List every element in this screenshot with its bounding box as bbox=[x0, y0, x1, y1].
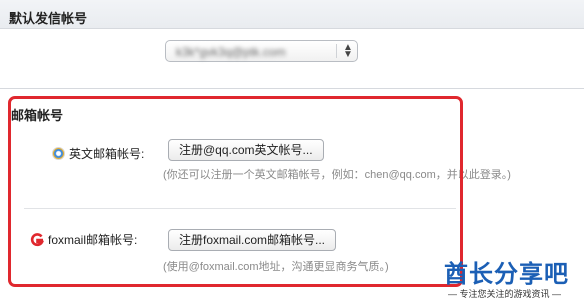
chevron-up-down-icon: ▲ ▼ bbox=[343, 42, 353, 60]
highlight-box bbox=[8, 96, 463, 287]
select-separator bbox=[336, 44, 337, 58]
watermark-subtitle: — 专注您关注的游戏资讯 — bbox=[448, 289, 562, 299]
watermark-title: 酋长分享吧 bbox=[444, 260, 569, 288]
default-sender-header bbox=[0, 0, 584, 28]
default-sender-title: 默认发信帐号 bbox=[9, 11, 88, 26]
section-divider bbox=[0, 88, 584, 89]
default-sender-value: k3k*gvk3q@ptk.com bbox=[176, 45, 286, 59]
default-sender-select[interactable]: k3k*gvk3q@ptk.com ▲ ▼ bbox=[165, 40, 358, 62]
header-divider bbox=[0, 28, 584, 29]
